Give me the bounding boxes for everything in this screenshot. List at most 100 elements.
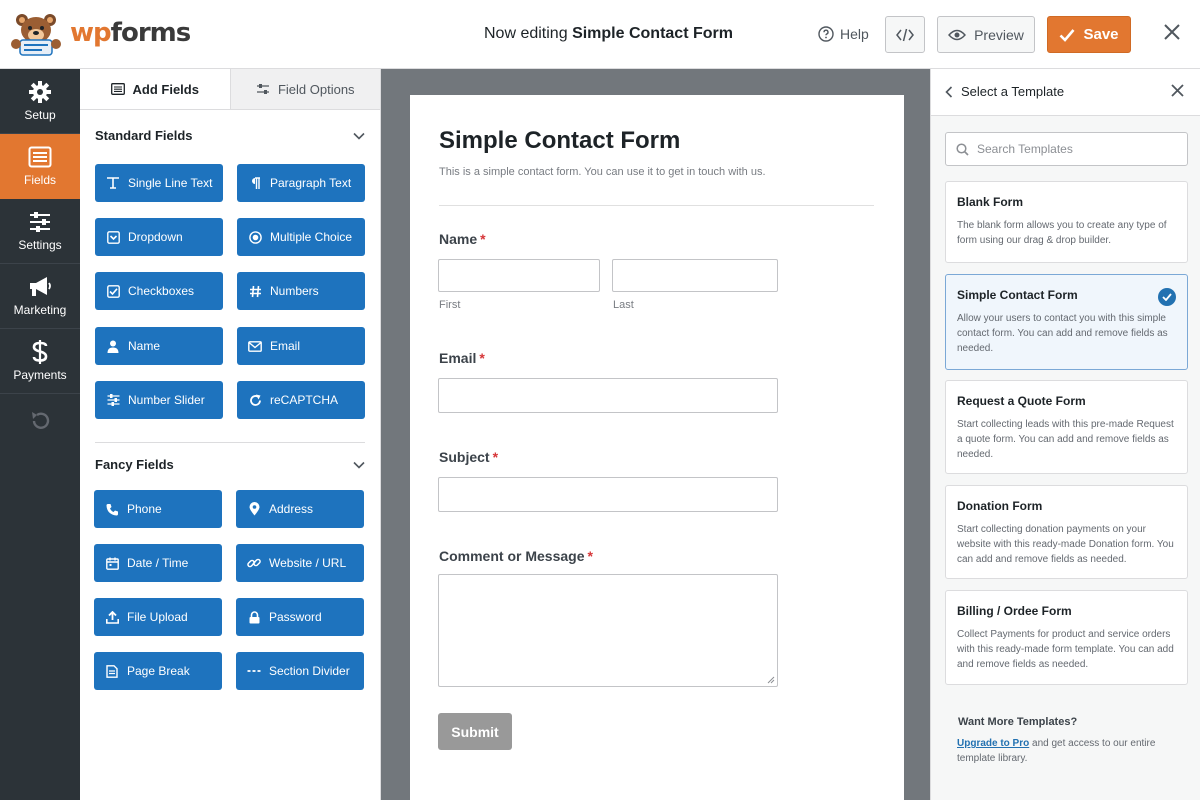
editing-prefix: Now editing bbox=[484, 25, 568, 42]
field-name[interactable]: Name bbox=[95, 327, 223, 365]
embed-button[interactable] bbox=[885, 16, 925, 53]
field-checkboxes[interactable]: Checkboxes bbox=[95, 272, 223, 310]
top-header: wpforms Now editing Simple Contact Form … bbox=[0, 0, 1200, 69]
fancy-fields-header[interactable]: Fancy Fields bbox=[95, 457, 365, 472]
field-label: Name bbox=[128, 339, 161, 353]
back-to-templates[interactable]: Select a Template bbox=[945, 84, 1064, 99]
field-phone[interactable]: Phone bbox=[94, 490, 222, 528]
message-textarea[interactable] bbox=[438, 574, 778, 687]
undo-button[interactable] bbox=[0, 394, 80, 448]
nav-label-fields: Fields bbox=[23, 173, 56, 187]
field-label: Single Line Text bbox=[128, 176, 213, 190]
field-website-url[interactable]: Website / URL bbox=[236, 544, 364, 582]
field-section-divider[interactable]: Section Divider bbox=[236, 652, 364, 690]
fancy-fields-title: Fancy Fields bbox=[95, 457, 174, 472]
field-label: Email bbox=[270, 339, 301, 353]
field-label: Page Break bbox=[127, 664, 190, 678]
field-paragraph-text[interactable]: Paragraph Text bbox=[237, 164, 365, 202]
template-description: The blank form allows you to create any … bbox=[957, 220, 1167, 246]
field-date-time[interactable]: Date / Time bbox=[94, 544, 222, 582]
upgrade-to-pro-link[interactable]: Upgrade to Pro bbox=[957, 738, 1029, 749]
template-card-donation-form[interactable]: Donation Form Start collecting donation … bbox=[945, 485, 1188, 579]
sliders-icon bbox=[256, 84, 269, 94]
template-name: Billing / Ordee Form bbox=[957, 604, 1072, 618]
field-label: Numbers bbox=[270, 284, 319, 298]
field-single-line-text[interactable]: Single Line Text bbox=[95, 164, 223, 202]
first-sublabel: First bbox=[439, 299, 461, 311]
submit-button[interactable]: Submit bbox=[438, 713, 512, 750]
email-field-label: Email * bbox=[439, 350, 485, 366]
field-dropdown[interactable]: Dropdown bbox=[95, 218, 223, 256]
subject-label-text: Subject bbox=[439, 449, 490, 465]
close-icon[interactable] bbox=[1163, 22, 1181, 46]
megaphone-icon bbox=[28, 275, 52, 299]
nav-label-setup: Setup bbox=[24, 108, 56, 122]
field-address[interactable]: Address bbox=[236, 490, 364, 528]
undo-icon bbox=[32, 412, 50, 429]
field-number-slider[interactable]: Number Slider bbox=[95, 381, 223, 419]
user-icon bbox=[106, 339, 120, 353]
template-panel: Select a Template Search Templates Blank… bbox=[930, 69, 1200, 800]
nav-item-marketing[interactable]: Marketing bbox=[0, 264, 80, 329]
nav-item-settings[interactable]: Settings bbox=[0, 199, 80, 264]
tab-add-fields[interactable]: Add Fields bbox=[80, 69, 230, 109]
upload-icon bbox=[105, 610, 119, 624]
template-description: Allow your users to contact you with thi… bbox=[957, 313, 1168, 354]
nav-item-payments[interactable]: Payments bbox=[0, 329, 80, 394]
nav-item-setup[interactable]: Setup bbox=[0, 69, 80, 134]
selected-check-icon bbox=[1158, 288, 1176, 306]
field-multiple-choice[interactable]: Multiple Choice bbox=[237, 218, 365, 256]
list-icon bbox=[28, 145, 52, 169]
field-label: Checkboxes bbox=[128, 284, 195, 298]
email-input[interactable] bbox=[438, 378, 778, 413]
fields-panel: Add Fields Field Options Standard Fields… bbox=[80, 69, 381, 800]
field-password[interactable]: Password bbox=[236, 598, 364, 636]
field-file-upload[interactable]: File Upload bbox=[94, 598, 222, 636]
field-page-break[interactable]: Page Break bbox=[94, 652, 222, 690]
lock-icon bbox=[247, 610, 261, 624]
first-name-input[interactable] bbox=[438, 259, 600, 292]
template-search-input[interactable]: Search Templates bbox=[945, 132, 1188, 166]
gear-icon bbox=[28, 80, 52, 104]
field-label: Password bbox=[269, 610, 322, 624]
checkbox-icon bbox=[106, 284, 120, 298]
message-field-label: Comment or Message * bbox=[439, 548, 593, 564]
more-templates-description: Upgrade to Pro and get access to our ent… bbox=[957, 736, 1187, 766]
email-label-text: Email bbox=[439, 350, 477, 366]
template-card-simple-contact-form[interactable]: Simple Contact Form Allow your users to … bbox=[945, 274, 1188, 370]
tab-field-options[interactable]: Field Options bbox=[229, 69, 380, 109]
more-templates-title: Want More Templates? bbox=[958, 716, 1078, 728]
template-name: Donation Form bbox=[957, 499, 1043, 513]
sliders-icon bbox=[28, 210, 52, 234]
search-icon bbox=[956, 142, 969, 156]
save-button[interactable]: Save bbox=[1047, 16, 1131, 53]
last-name-input[interactable] bbox=[612, 259, 778, 292]
field-label: Section Divider bbox=[269, 664, 350, 678]
template-card-blank-form[interactable]: Blank Form The blank form allows you to … bbox=[945, 181, 1188, 263]
help-link[interactable]: Help bbox=[818, 26, 869, 42]
close-icon[interactable] bbox=[1171, 81, 1184, 102]
wpforms-logo[interactable]: wpforms bbox=[8, 10, 191, 56]
subject-input[interactable] bbox=[438, 477, 778, 512]
template-card-billing-form[interactable]: Billing / Ordee Form Collect Payments fo… bbox=[945, 590, 1188, 685]
required-mark: * bbox=[587, 548, 593, 564]
nav-label-settings: Settings bbox=[18, 238, 62, 252]
envelope-icon bbox=[248, 339, 262, 353]
preview-button[interactable]: Preview bbox=[937, 16, 1035, 53]
logo-wordmark: wpforms bbox=[70, 18, 191, 48]
dollar-icon bbox=[28, 340, 52, 364]
resize-handle-icon[interactable] bbox=[767, 676, 775, 684]
field-recaptcha[interactable]: reCAPTCHA bbox=[237, 381, 365, 419]
required-mark: * bbox=[492, 449, 499, 465]
template-card-request-quote[interactable]: Request a Quote Form Start collecting le… bbox=[945, 380, 1188, 474]
nav-item-fields[interactable]: Fields bbox=[0, 134, 80, 199]
field-numbers[interactable]: Numbers bbox=[237, 272, 365, 310]
required-mark: * bbox=[479, 350, 485, 366]
standard-fields-header[interactable]: Standard Fields bbox=[95, 128, 365, 143]
template-panel-title: Select a Template bbox=[961, 84, 1065, 99]
field-email[interactable]: Email bbox=[237, 327, 365, 365]
chevron-left-icon bbox=[945, 85, 953, 98]
field-label: Website / URL bbox=[269, 556, 347, 570]
field-label: reCAPTCHA bbox=[270, 393, 339, 407]
required-mark: * bbox=[480, 231, 486, 247]
